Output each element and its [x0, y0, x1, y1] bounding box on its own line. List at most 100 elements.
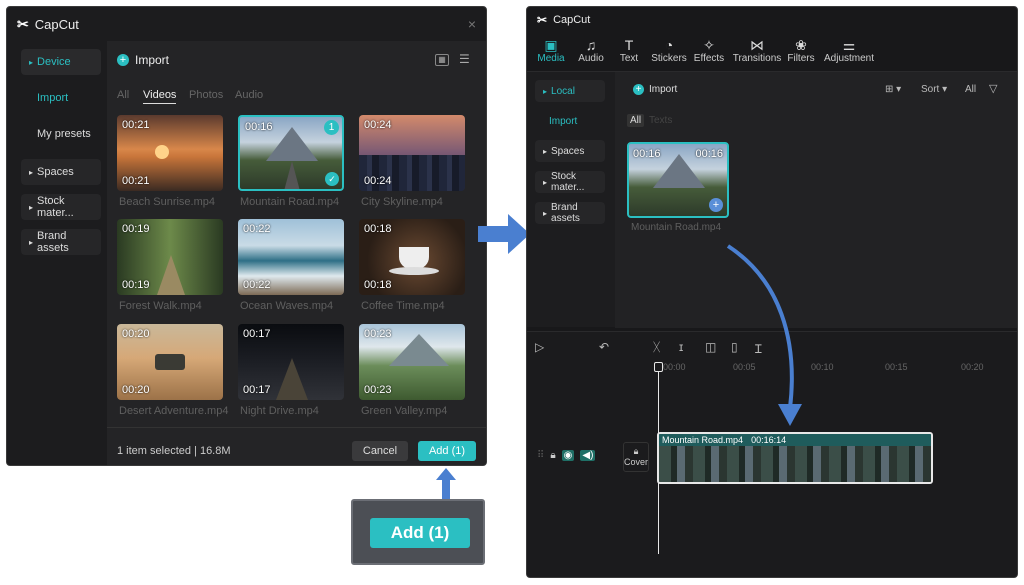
select-tool-icon[interactable]: ▷ [535, 340, 544, 354]
duration-label: 00:22 [243, 223, 271, 235]
audio-volume-icon[interactable]: ◀) [580, 450, 596, 461]
split-icon[interactable]: ᚷ [653, 340, 660, 354]
chevron-right-icon: ▸ [29, 57, 34, 67]
effects-icon: ✧ [703, 37, 715, 53]
tool-label: Effects [693, 53, 725, 64]
sidebar-item-brand-assets[interactable]: ▸ Brand assets [535, 202, 605, 224]
selection-status: 1 item selected | 16.8M [117, 445, 231, 457]
ruler-tick-label: 00:20 [961, 362, 984, 372]
add-callout-panel: Add (1) [351, 499, 485, 565]
mountain-shape [266, 127, 318, 161]
selection-count-badge: 1 [324, 120, 339, 135]
media-thumbnail[interactable]: 00:17 00:17 [238, 324, 344, 400]
tab-audio[interactable]: Audio [235, 89, 263, 101]
media-thumbnail[interactable]: 00:18 00:18 [359, 219, 465, 295]
list-view-icon[interactable]: ☰ [459, 52, 470, 66]
sidebar-item-brand-assets[interactable]: ▸ Brand assets [21, 229, 101, 255]
sidebar-item-import[interactable]: Import [535, 110, 605, 132]
tool-effects[interactable]: ✧ Effects [687, 37, 731, 64]
drag-handle-icon[interactable]: ⠿ [537, 450, 544, 461]
sidebar-item-stock-materials[interactable]: ▸ Stock mater... [535, 171, 605, 193]
filter-tab-texts[interactable]: Texts [649, 115, 672, 126]
sidebar-item-spaces[interactable]: ▸ Spaces [21, 159, 101, 185]
media-item-mountain-road[interactable]: 00:16 00:16 + [627, 142, 729, 218]
tool-transitions[interactable]: ⋈ Transitions [732, 37, 782, 64]
tool-media[interactable]: ▣ Media [529, 37, 573, 64]
cover-button[interactable]: 🔒︎ Cover [623, 442, 649, 472]
sidebar-item-import[interactable]: Import [21, 85, 101, 111]
media-thumbnail[interactable]: 00:22 00:22 [238, 219, 344, 295]
ruler-tick-label: 00:00 [663, 362, 686, 372]
media-thumbnail[interactable]: 00:24 00:24 [359, 115, 465, 191]
editor-titlebar: ✂ CapCut [527, 7, 1017, 33]
undo-icon[interactable]: ↶ [599, 340, 609, 354]
import-title: Import [135, 53, 170, 67]
sort-dropdown[interactable]: Sort ▾ [921, 84, 947, 95]
timeline-clip[interactable]: Mountain Road.mp4 00:16:14 [657, 432, 933, 484]
pointer-arrow-up-icon [436, 468, 456, 500]
media-thumbnail[interactable]: 00:20 00:20 [117, 324, 223, 400]
duration-label: 00:16 [695, 148, 723, 160]
visibility-eye-icon[interactable]: ◉ [561, 450, 575, 461]
media-content: + Import ⊞ ▾ Sort ▾ All ▽ All Texts 00:1… [615, 72, 1017, 328]
close-icon[interactable]: × [468, 16, 476, 32]
view-toggle-icon[interactable]: ⊞ ▾ [885, 84, 901, 95]
filter-icon[interactable]: ▽ [989, 82, 997, 95]
grid-view-icon[interactable]: ▦ [435, 54, 449, 66]
tool-label: Filters [787, 53, 815, 64]
tab-videos[interactable]: Videos [143, 89, 177, 104]
tool-label: Audio [578, 53, 604, 64]
filter-tab-all[interactable]: All [627, 114, 645, 127]
sidebar-item-stock-materials[interactable]: ▸ Stock mater... [21, 194, 101, 220]
dialog-footer-divider [107, 427, 486, 428]
duration-label: 00:16 [633, 148, 661, 160]
import-button[interactable]: + Import [633, 84, 677, 95]
playhead-handle[interactable] [654, 362, 663, 372]
sidebar-item-spaces[interactable]: ▸ Spaces [535, 140, 605, 162]
import-label: Import [649, 84, 678, 95]
import-dialog-window: ✂ CapCut × ▸ Device Import My presets ▸ … [6, 6, 487, 466]
media-thumbnail[interactable]: 00:21 00:21 [117, 115, 223, 191]
import-header[interactable]: + Import [117, 53, 169, 67]
trim-left-icon[interactable]: ◫ [705, 340, 716, 354]
media-filename: Green Valley.mp4 [361, 405, 448, 417]
cancel-button[interactable]: Cancel [352, 441, 408, 461]
split-left-icon[interactable]: ɪ [679, 340, 683, 354]
add-button[interactable]: Add (1) [418, 441, 476, 461]
clip-header: Mountain Road.mp4 00:16:14 [659, 434, 931, 446]
tab-all[interactable]: All [117, 89, 129, 101]
media-filename: Ocean Waves.mp4 [240, 300, 334, 312]
all-filter-button[interactable]: All [965, 84, 976, 95]
transitions-icon: ⋈ [750, 37, 764, 53]
sidebar-item-label: Stock mater... [551, 171, 585, 193]
chevron-right-icon: ▸ [543, 208, 548, 218]
tab-photos[interactable]: Photos [189, 89, 223, 101]
tool-text[interactable]: T Text [607, 37, 651, 64]
media-thumbnail-selected[interactable]: 00:16 1 ✓ [238, 115, 344, 191]
sidebar-item-label: Stock mater... [37, 195, 74, 219]
sidebar-item-local[interactable]: ▸ Local [535, 80, 605, 102]
duration-label: 00:18 [364, 223, 392, 235]
media-thumbnail[interactable]: 00:19 00:19 [117, 219, 223, 295]
sidebar-item-my-presets[interactable]: My presets [21, 121, 101, 147]
coffee-cup-shape [399, 247, 429, 269]
tool-label: Adjustment [823, 53, 875, 64]
chevron-right-icon: ▸ [543, 177, 548, 187]
sidebar-item-device[interactable]: ▸ Device [21, 49, 101, 75]
tool-stickers[interactable]: ◔ Stickers [647, 37, 691, 64]
media-thumbnail[interactable]: 00:23 00:23 [359, 324, 465, 400]
add-to-timeline-icon[interactable]: + [709, 198, 723, 212]
media-filename: Mountain Road.mp4 [631, 222, 722, 233]
media-filename: Night Drive.mp4 [240, 405, 319, 417]
tool-filters[interactable]: ❀ Filters [779, 37, 823, 64]
tool-adjustment[interactable]: ⚌ Adjustment [823, 37, 875, 64]
sidebar-item-label: Import [37, 92, 69, 104]
sidebar-item-label: My presets [37, 128, 91, 140]
duration-label: 00:23 [364, 384, 392, 396]
media-filename: Desert Adventure.mp4 [119, 405, 229, 417]
saucer-shape [389, 267, 439, 275]
media-filename: Beach Sunrise.mp4 [119, 196, 215, 208]
app-title: CapCut [34, 16, 79, 32]
lock-icon[interactable]: 🔒︎ [550, 450, 555, 461]
duration-label: 00:17 [243, 384, 271, 396]
